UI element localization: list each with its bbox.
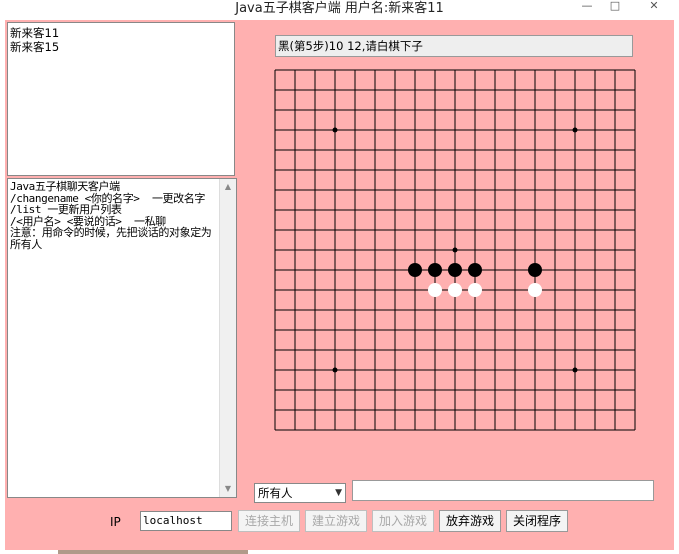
connect-host-button[interactable]: 连接主机	[238, 510, 300, 532]
black-stone	[528, 263, 542, 277]
minimize-icon[interactable]: —	[577, 0, 597, 14]
user-list-item[interactable]: 新来客11	[10, 26, 232, 40]
black-stone	[408, 263, 422, 277]
maximize-icon[interactable]: □	[605, 0, 625, 14]
white-stone	[448, 283, 462, 297]
black-stone	[428, 263, 442, 277]
white-stone	[468, 283, 482, 297]
star-point	[332, 127, 338, 133]
create-game-button[interactable]: 建立游戏	[305, 510, 367, 532]
star-point	[452, 247, 458, 253]
message-input[interactable]	[352, 480, 654, 501]
star-point	[572, 127, 578, 133]
chat-scrollbar[interactable]: ▲ ▼	[219, 179, 236, 497]
exit-program-button[interactable]: 关闭程序	[506, 510, 568, 532]
scroll-up-icon[interactable]: ▲	[220, 179, 236, 195]
chat-target-value: 所有人	[258, 486, 293, 500]
game-status: 黑(第5步)10 12,请白棋下子	[275, 35, 633, 57]
chat-text: Java五子棋聊天客户端 /changename <你的名字> 一更改名字 /l…	[10, 180, 212, 251]
black-stone	[468, 263, 482, 277]
join-game-button[interactable]: 加入游戏	[372, 510, 434, 532]
chat-target-select[interactable]: 所有人 ▼	[254, 483, 346, 503]
chevron-down-icon[interactable]: ▼	[335, 484, 342, 502]
black-stone	[448, 263, 462, 277]
star-point	[572, 367, 578, 373]
ip-label: IP	[110, 515, 121, 529]
scroll-down-icon[interactable]: ▼	[220, 481, 236, 497]
background-strip	[58, 550, 248, 554]
user-list[interactable]: 新来客11 新来客15	[7, 22, 235, 176]
title-bar: Java五子棋客户端 用户名:新来客11 — □ ✕	[0, 0, 679, 18]
user-list-item[interactable]: 新来客15	[10, 40, 232, 54]
gomoku-board[interactable]	[274, 69, 636, 431]
close-icon[interactable]: ✕	[632, 0, 676, 14]
ip-input[interactable]: localhost	[140, 511, 232, 531]
white-stone	[528, 283, 542, 297]
chat-area[interactable]: Java五子棋聊天客户端 /changename <你的名字> 一更改名字 /l…	[7, 178, 237, 498]
white-stone	[428, 283, 442, 297]
give-up-game-button[interactable]: 放弃游戏	[439, 510, 501, 532]
star-point	[332, 367, 338, 373]
